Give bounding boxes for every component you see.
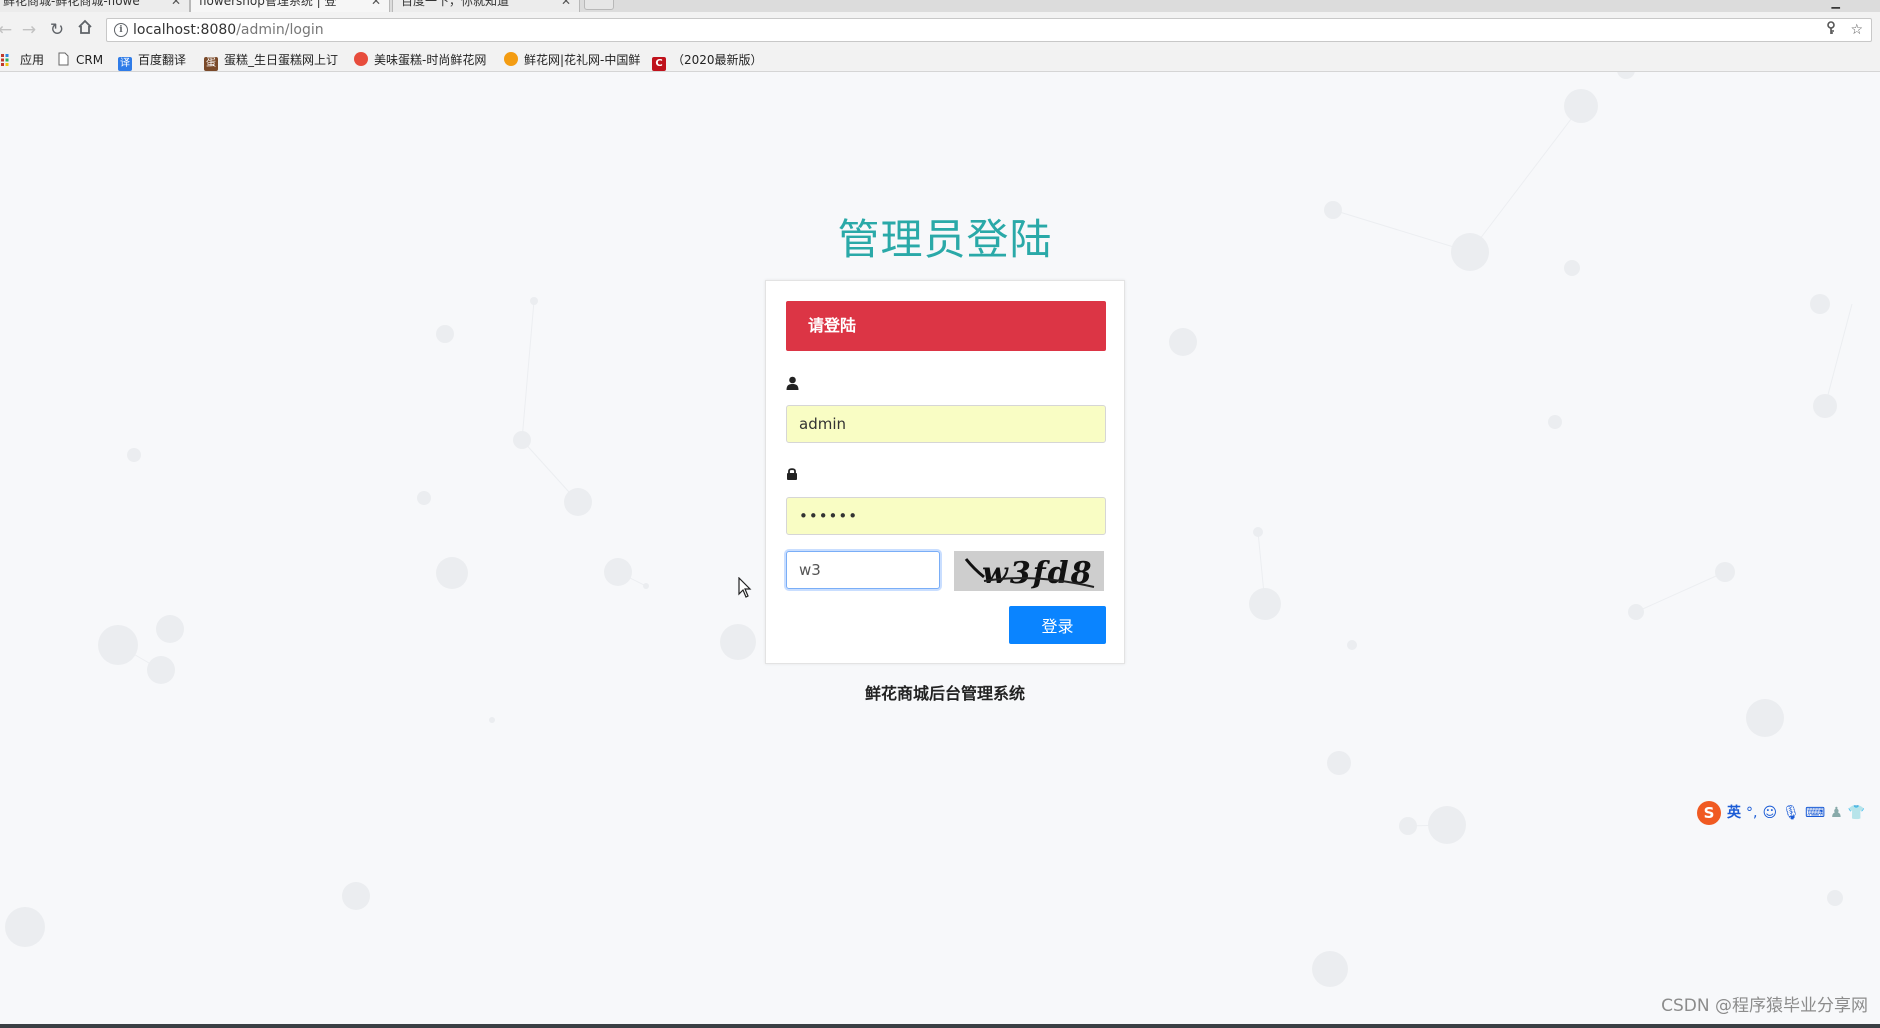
bookmark-crm[interactable]: CRM (56, 51, 103, 69)
tab-title: 百度一下，你就知道 (401, 0, 510, 8)
browser-tab-active[interactable]: flowershop管理系统 | 登 ✕ (190, 0, 390, 12)
bookmark-star-icon[interactable]: ☆ (1850, 21, 1863, 40)
user-icon[interactable]: ♟ (1830, 802, 1843, 824)
bookmark-baidu-translate[interactable]: 译百度翻译 (118, 51, 186, 71)
flower-site-icon (354, 52, 368, 66)
key-icon[interactable] (1825, 21, 1837, 41)
address-bar[interactable]: i localhost:8080/admin/login ☆ (106, 18, 1872, 42)
window-minimize-icon[interactable]: ▁ (1832, 0, 1840, 9)
bookmark-label: CRM (76, 53, 104, 67)
bookmark-label: 美味蛋糕-时尚鲜花网 (374, 53, 487, 67)
baidu-translate-icon: 译 (118, 57, 132, 71)
bookmark-csdn[interactable]: C （2020最新版） (652, 51, 763, 71)
login-button[interactable]: 登录 (1009, 606, 1106, 644)
system-name: 鲜花商城后台管理系统 (864, 684, 1025, 703)
sogou-logo-icon[interactable]: S (1697, 801, 1721, 825)
bookmark-apps[interactable]: 应用 (0, 51, 44, 69)
login-page: 管理员登陆 请登陆 w3fd8 登录 鲜花商城后台管理系统 S英°,☺🎙⌨♟👕 … (0, 72, 1880, 1024)
ime-toolbar: S 英 °, ☺ 🎙 ⌨ ♟ 👕 (1697, 801, 1880, 827)
microphone-icon[interactable]: 🎙 (1782, 802, 1800, 824)
hualiwang-icon (504, 52, 518, 66)
card-header: 请登陆 (786, 301, 1106, 351)
skin-icon[interactable]: 👕 (1848, 802, 1865, 824)
watermark: CSDN @程序猿毕业分享网 (1661, 996, 1868, 1016)
ime-mode-toggle[interactable]: 英 (1727, 802, 1741, 824)
url-host: localhost:8080 (133, 22, 237, 38)
bookmark-label: （2020最新版） (672, 53, 763, 67)
captcha-image[interactable]: w3fd8 (954, 551, 1104, 591)
taskbar-edge (0, 1024, 1880, 1028)
page-title: 管理员登陆 (837, 215, 1053, 264)
lock-icon (786, 466, 800, 482)
close-icon[interactable]: ✕ (171, 0, 181, 11)
close-icon[interactable]: ✕ (371, 0, 381, 11)
bookmark-label: 蛋糕_生日蛋糕网上订 (224, 53, 339, 67)
bookmark-cake[interactable]: 蛋蛋糕_生日蛋糕网上订 (204, 51, 338, 71)
back-icon[interactable]: ← (0, 19, 16, 41)
tab-strip: 鲜花商城-鲜花商城-flowe ✕ flowershop管理系统 | 登 ✕ 百… (0, 0, 1880, 12)
tab-title: flowershop管理系统 | 登 (199, 0, 337, 8)
browser-tab[interactable]: 鲜花商城-鲜花商城-flowe ✕ (0, 0, 190, 12)
bookmark-flower-cake[interactable]: 美味蛋糕-时尚鲜花网 (354, 51, 486, 69)
captcha-input[interactable] (786, 551, 940, 589)
bookmark-label: 百度翻译 (138, 53, 187, 67)
url-text: localhost:8080/admin/login (133, 21, 324, 40)
info-icon[interactable]: i (114, 23, 128, 37)
user-icon (786, 375, 800, 391)
new-tab-button[interactable] (584, 0, 614, 10)
cake-site-icon: 蛋 (204, 57, 218, 71)
password-input[interactable] (786, 497, 1106, 535)
bookmarks-bar: 应用 CRM 译百度翻译 蛋蛋糕_生日蛋糕网上订 美味蛋糕-时尚鲜花网 鲜花网|… (0, 48, 1880, 72)
emoji-icon[interactable]: ☺ (1762, 802, 1777, 824)
reload-icon[interactable]: ↻ (46, 19, 68, 41)
browser-tab[interactable]: 百度一下，你就知道 ✕ (392, 0, 580, 12)
mouse-cursor-icon (738, 577, 752, 598)
close-icon[interactable]: ✕ (561, 0, 571, 11)
captcha-text: w3fd8 (982, 556, 1093, 591)
apps-grid-icon (0, 54, 14, 68)
username-input[interactable] (786, 405, 1106, 443)
keyboard-icon[interactable]: ⌨ (1805, 802, 1825, 824)
page-icon (56, 52, 70, 66)
bookmark-label: 应用 (20, 53, 45, 67)
bookmark-label: 鲜花网|花礼网-中国鲜 (524, 53, 641, 67)
browser-toolbar: ← → ↻ i localhost:8080/admin/login ☆ (0, 12, 1880, 48)
punctuation-icon[interactable]: °, (1746, 802, 1757, 824)
bookmark-hualiwang[interactable]: 鲜花网|花礼网-中国鲜 (504, 51, 640, 69)
login-card: 请登陆 w3fd8 登录 (765, 280, 1125, 664)
home-icon[interactable] (74, 19, 96, 41)
forward-icon[interactable]: → (18, 19, 40, 41)
csdn-c-icon: C (652, 57, 666, 71)
url-path: /admin/login (236, 22, 324, 38)
tab-title: 鲜花商城-鲜花商城-flowe (3, 0, 140, 8)
